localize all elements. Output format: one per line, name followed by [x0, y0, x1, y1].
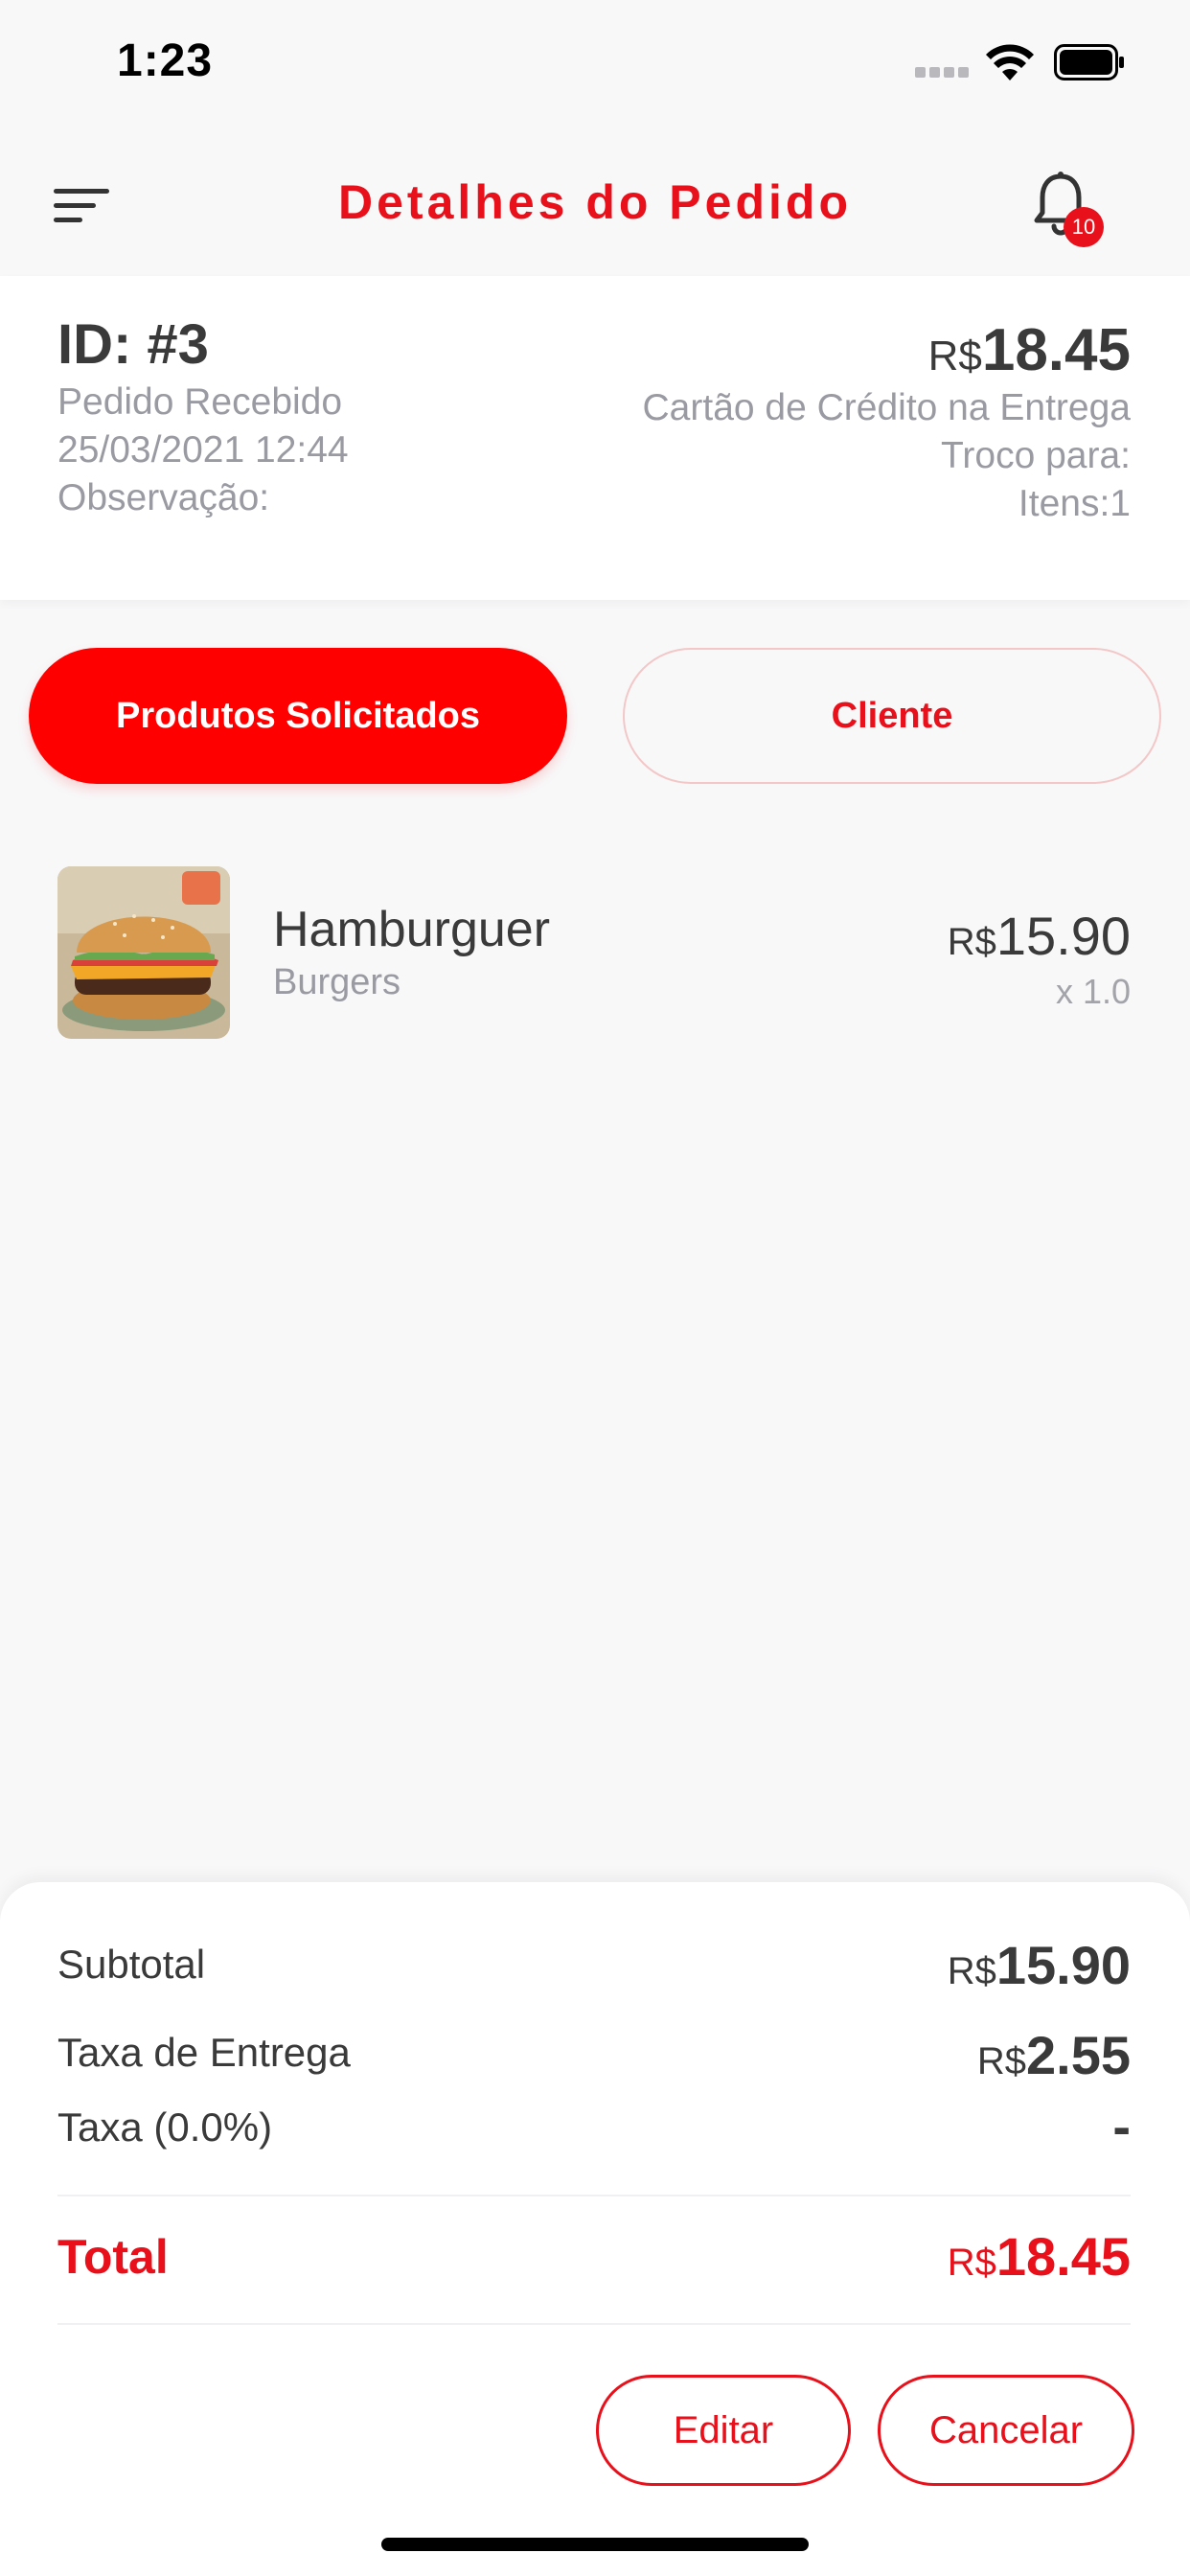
delivery-fee-value: R$2.55: [977, 2024, 1131, 2086]
cellular-signal-icon: [915, 67, 971, 80]
tab-produtos-solicitados[interactable]: Produtos Solicitados: [29, 648, 567, 784]
payment-method: Cartão de Crédito na Entrega: [642, 387, 1131, 428]
delivery-fee-amount: 2.55: [1026, 2025, 1131, 2085]
change-for-label: Troco para:: [941, 435, 1131, 476]
page-title: Detalhes do Pedido: [338, 175, 852, 229]
product-category: Burgers: [273, 962, 401, 1002]
tax-value: -: [1112, 2095, 1131, 2157]
product-price: R$15.90: [948, 905, 1131, 967]
divider: [57, 2195, 1131, 2196]
tab-cliente[interactable]: Cliente: [623, 648, 1161, 784]
wifi-icon: [986, 44, 1034, 80]
product-name: Hamburguer: [273, 902, 551, 957]
tax-amount: -: [1112, 2096, 1131, 2156]
product-quantity: x 1.0: [1055, 972, 1131, 1011]
product-price-value: 15.90: [995, 906, 1131, 966]
order-amount: R$18.45: [928, 316, 1131, 384]
cancel-button[interactable]: Cancelar: [878, 2375, 1134, 2486]
order-status: Pedido Recebido: [57, 381, 343, 423]
subtotal-label: Subtotal: [57, 1942, 206, 1987]
battery-icon: [1054, 44, 1124, 80]
total-amount: 18.45: [995, 2226, 1131, 2287]
order-amount-value: 18.45: [981, 317, 1131, 383]
product-image: [57, 866, 230, 1039]
notification-badge: 10: [1064, 207, 1104, 247]
status-time: 1:23: [117, 35, 214, 86]
order-amount-currency: R$: [927, 333, 982, 380]
product-price-currency: R$: [947, 921, 996, 963]
edit-button[interactable]: Editar: [596, 2375, 851, 2486]
tax-label: Taxa (0.0%): [57, 2104, 273, 2150]
divider: [57, 2323, 1131, 2325]
subtotal-currency: R$: [947, 1950, 996, 1992]
order-observation-label: Observação:: [57, 477, 270, 518]
total-label: Total: [57, 2230, 169, 2284]
subtotal-amount: 15.90: [995, 1935, 1131, 1995]
home-indicator[interactable]: [381, 2538, 809, 2551]
order-id: ID: #3: [57, 313, 209, 376]
items-count: Itens:1: [1018, 483, 1131, 524]
total-value: R$18.45: [948, 2225, 1131, 2288]
delivery-fee-currency: R$: [976, 2040, 1026, 2082]
total-currency: R$: [947, 2242, 996, 2284]
subtotal-value: R$15.90: [948, 1934, 1131, 1996]
order-datetime: 25/03/2021 12:44: [57, 429, 349, 471]
delivery-fee-label: Taxa de Entrega: [57, 2030, 351, 2075]
